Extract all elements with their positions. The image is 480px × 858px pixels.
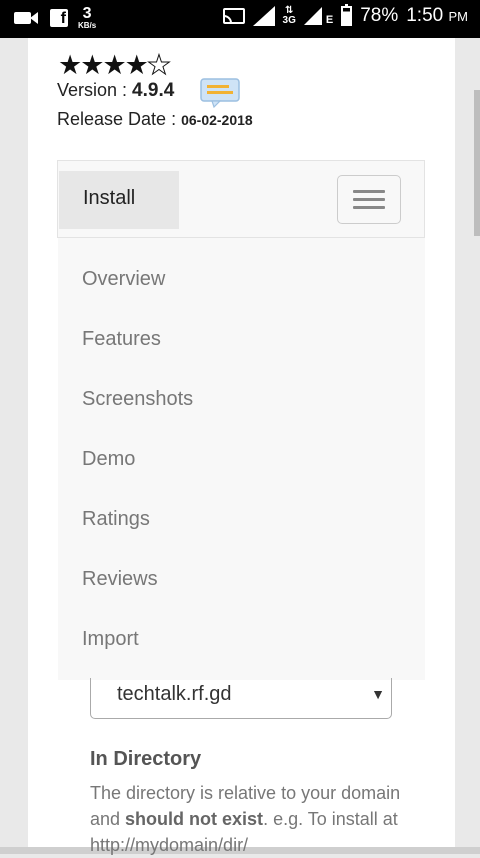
clock: 1:50 PM bbox=[406, 5, 468, 27]
data-speed-unit: KB/s bbox=[78, 21, 97, 30]
in-directory-heading: In Directory bbox=[90, 748, 202, 770]
menu-item-ratings[interactable]: Ratings bbox=[82, 508, 150, 531]
star-icon: ★ bbox=[80, 50, 104, 80]
network-type-label: 3G bbox=[282, 15, 296, 26]
clock-time: 1:50 bbox=[406, 5, 444, 26]
nav-item-install-label: Install bbox=[83, 187, 136, 209]
signal-icon bbox=[252, 6, 275, 26]
status-bar: f 3 KB/s ⇅ 3G E 78% 1:50 PM bbox=[0, 0, 480, 38]
dropdown-arrow-icon: ▼ bbox=[371, 686, 385, 702]
video-camera-icon bbox=[14, 11, 40, 25]
nav-dropdown-menu: Overview Features Screenshots Demo Ratin… bbox=[58, 238, 425, 680]
menu-item-import[interactable]: Import bbox=[82, 628, 139, 651]
network-letter: E bbox=[325, 14, 334, 26]
hamburger-icon-bar bbox=[353, 206, 385, 209]
star-icon: ★ bbox=[102, 50, 126, 80]
directory-text-bold: should not exist bbox=[125, 809, 264, 829]
menu-item-reviews[interactable]: Reviews bbox=[82, 568, 158, 591]
star-icon: ★ bbox=[124, 50, 149, 80]
nav-item-install[interactable]: Install bbox=[59, 171, 179, 229]
clock-ampm: PM bbox=[448, 9, 469, 24]
facebook-icon: f bbox=[50, 9, 68, 27]
network-type-indicator: ⇅ 3G bbox=[282, 5, 296, 26]
directory-description: The directory is relative to your domain… bbox=[90, 780, 410, 858]
hamburger-icon bbox=[353, 190, 385, 193]
menu-item-features[interactable]: Features bbox=[82, 328, 161, 351]
release-date-line: Release Date : 06-02-2018 bbox=[57, 109, 253, 130]
navbar: Install bbox=[57, 160, 425, 238]
release-label: Release Date : bbox=[57, 109, 182, 129]
menu-item-screenshots[interactable]: Screenshots bbox=[82, 388, 193, 411]
star-icon: ★ bbox=[58, 50, 82, 80]
version-label: Version : bbox=[57, 80, 133, 100]
domain-select[interactable]: techtalk.rf.gd ▼ bbox=[90, 678, 392, 719]
battery-percent: 78% bbox=[360, 5, 399, 26]
data-speed-indicator: 3 KB/s bbox=[78, 6, 96, 30]
menu-item-overview[interactable]: Overview bbox=[82, 268, 165, 291]
domain-select-value: techtalk.rf.gd bbox=[117, 683, 232, 705]
release-value: 06-02-2018 bbox=[181, 112, 253, 128]
menu-toggle-button[interactable] bbox=[337, 175, 401, 224]
menu-item-demo[interactable]: Demo bbox=[82, 448, 135, 471]
data-speed-value: 3 bbox=[82, 5, 92, 22]
rating-stars: ★★★★★ bbox=[58, 50, 172, 80]
half-star-icon: ★ bbox=[146, 50, 171, 80]
cast-icon bbox=[222, 8, 245, 24]
version-value: 4.9.4 bbox=[132, 80, 175, 101]
battery-icon bbox=[341, 4, 353, 26]
hamburger-icon-bar bbox=[353, 198, 385, 201]
version-line: Version : 4.9.4 bbox=[57, 80, 174, 102]
signal-icon-secondary bbox=[303, 7, 322, 25]
changelog-chat-icon[interactable] bbox=[200, 78, 240, 108]
vertical-scrollbar[interactable] bbox=[474, 90, 480, 236]
